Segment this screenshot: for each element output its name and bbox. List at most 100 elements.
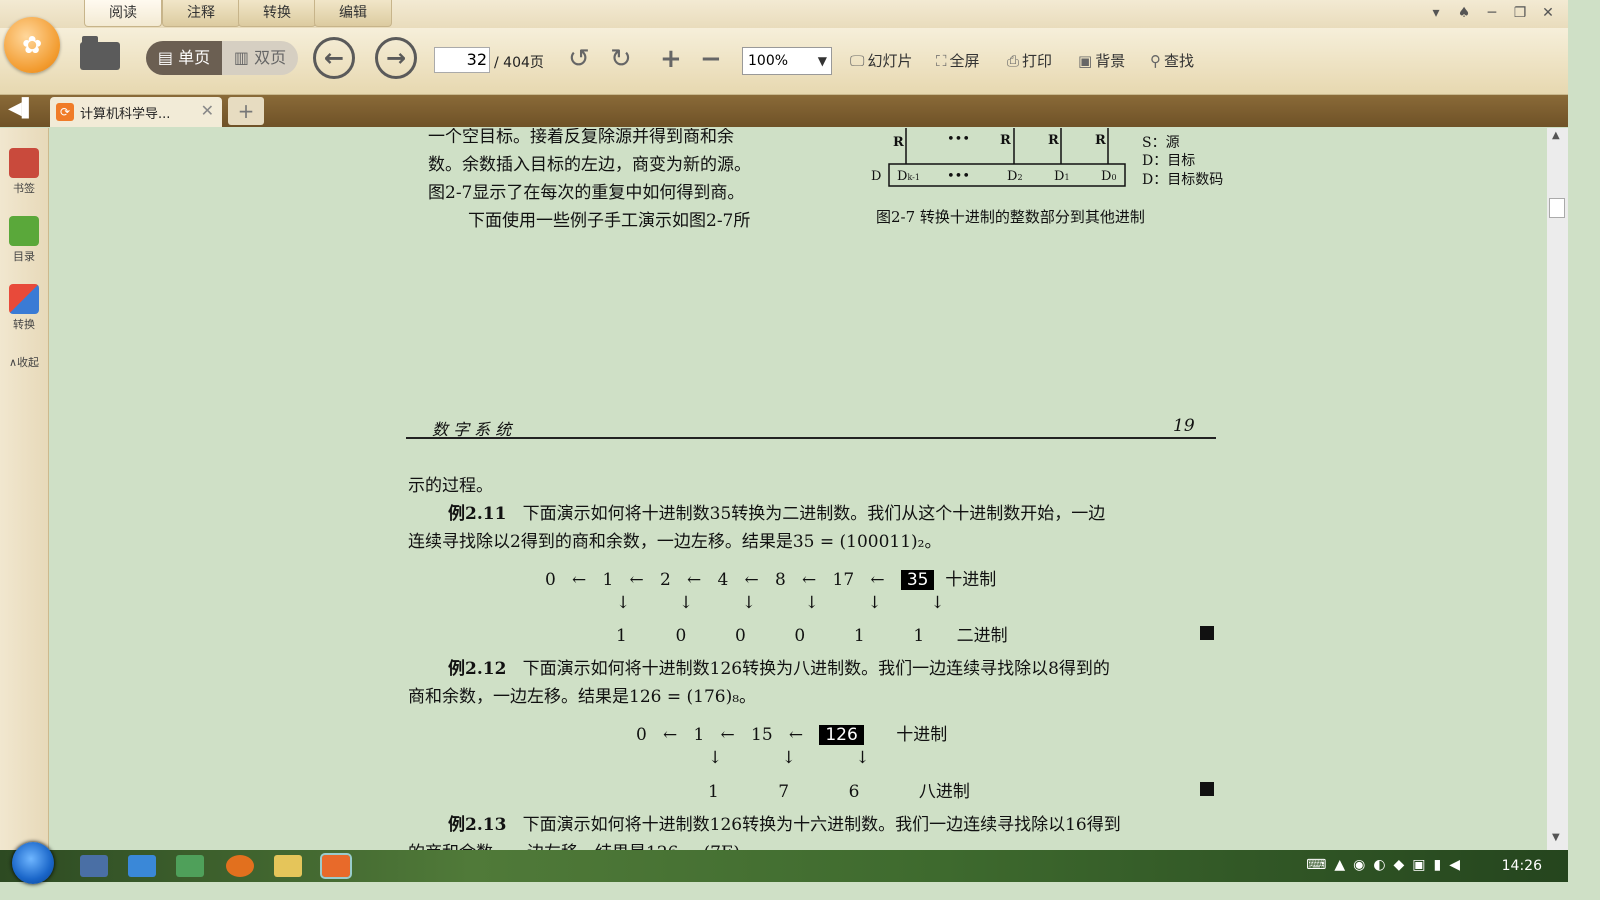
next-page-button[interactable]: → [375, 37, 417, 79]
end-marker [1200, 626, 1214, 640]
sidebar-label-convert: 转换 [13, 318, 35, 331]
app-logo[interactable]: ✿ [4, 17, 60, 73]
collapse-panel-icon[interactable]: ◀▌ [8, 98, 36, 119]
search-icon: ⚲ [1150, 52, 1161, 70]
svg-text:R: R [1000, 133, 1011, 148]
document-tab[interactable]: ⟳ 计算机科学导... ✕ [50, 97, 222, 127]
qq-icon[interactable] [128, 855, 156, 877]
remainder-row: 1 0 0 0 1 1 二进制 [616, 626, 1008, 646]
example-text: 下面演示如何将十进制数126转换为十六进制数。我们一边连续寻找除以16得到 [522, 815, 1121, 835]
window-controls: ▾ ♠ ─ ❐ ✕ [1422, 2, 1562, 21]
vertical-scrollbar[interactable]: ▲ ▼ [1547, 128, 1568, 850]
example-2-13: 例2.13 下面演示如何将十进制数126转换为十六进制数。我们一边连续寻找除以1… [448, 810, 1121, 835]
slideshow-button[interactable]: 🖵 幻灯片 [850, 50, 912, 71]
rotate-right-icon[interactable]: ↻ [610, 44, 632, 74]
text-line: 下面使用一些例子手工演示如图2-7所 [468, 211, 751, 231]
source-number-highlight: 35 [900, 570, 935, 590]
new-tab-button[interactable]: + [228, 97, 264, 125]
scrollbar-thumb[interactable] [1549, 198, 1565, 218]
page-number: 19 [1173, 416, 1195, 436]
close-tab-icon[interactable]: ✕ [201, 101, 214, 120]
zoom-out-icon[interactable]: − [700, 44, 722, 74]
text-line: 示的过程。 [408, 476, 493, 496]
dropdown-icon[interactable]: ▾ [1422, 5, 1450, 21]
example-text: 下面演示如何将十进制数126转换为八进制数。我们一边连续寻找除以8得到的 [522, 659, 1110, 679]
print-button[interactable]: ⎙ 打印 [1007, 50, 1052, 71]
sidebar-item-convert[interactable]: 转换 [0, 284, 48, 332]
sidebar-item-bookmark[interactable]: 书签 [0, 148, 48, 196]
pdf-reader-taskbar-icon[interactable] [320, 853, 352, 879]
scroll-down-icon[interactable]: ▼ [1552, 832, 1560, 843]
figure-caption: 图2-7 转换十进制的整数部分到其他进制 [876, 208, 1145, 226]
scroll-up-icon[interactable]: ▲ [1552, 130, 1560, 141]
bookmark-icon [9, 148, 39, 178]
toc-icon [9, 216, 39, 246]
convert-icon [9, 284, 39, 314]
file-explorer-icon[interactable] [274, 855, 302, 877]
text-line: 连续寻找除以2得到的商和余数，一边左移。结果是35 = (100011)₂。 [408, 532, 942, 552]
single-page-button[interactable]: ▤ 单页 [146, 41, 222, 75]
fullscreen-icon: ⛶ [936, 52, 947, 70]
svg-text:•••: ••• [947, 132, 970, 147]
app-icon[interactable] [176, 855, 204, 877]
close-icon[interactable]: ✕ [1534, 5, 1562, 21]
arrow-row: ↓ ↓ ↓ ↓ ↓ ↓ [616, 593, 945, 613]
menu-tab-read[interactable]: 阅读 [84, 0, 162, 27]
menu-tab-edit[interactable]: 编辑 [314, 0, 392, 27]
svg-text:Dk-1: Dk-1 [897, 169, 920, 184]
svg-text:R: R [893, 135, 904, 150]
quotient-row: 0 ← 1 ← 2 ← 4 ← 8 ← 17 ← 35 十进制 [545, 570, 997, 590]
double-page-button[interactable]: ▥ 双页 [222, 41, 298, 75]
start-button[interactable] [12, 842, 54, 884]
slideshow-icon: 🖵 [850, 52, 865, 70]
sidebar-label-bookmark: 书签 [13, 182, 35, 195]
open-folder-icon[interactable] [80, 36, 120, 70]
background-button[interactable]: ▣ 背景 [1078, 50, 1125, 71]
zoom-select[interactable]: 100% ▼ [742, 47, 832, 75]
sidebar-collapse[interactable]: ∧收起 [0, 354, 48, 370]
end-marker [1200, 782, 1214, 796]
example-label: 例2.13 [448, 815, 507, 835]
svg-text:D1: D1 [1054, 169, 1070, 184]
find-button[interactable]: ⚲ 查找 [1150, 50, 1194, 71]
header-rule [406, 437, 1216, 439]
system-tray[interactable]: ⌨▲◉◐◆▣▮◀ [1306, 857, 1468, 873]
remainder-row: 1 7 6 八进制 [708, 782, 970, 802]
arrow-row: ↓ ↓ ↓ [708, 748, 870, 768]
prev-page-button[interactable]: ← [313, 37, 355, 79]
background-icon: ▣ [1078, 52, 1093, 70]
zoom-in-icon[interactable]: + [660, 44, 682, 74]
text-line: 数。余数插入目标的左边，商变为新的源。 [428, 155, 751, 175]
text-line: 的商和余数，一边左移。结果是126 = (7E) [408, 838, 740, 850]
text-line: 图2-7显示了在每次的重复中如何得到商。 [428, 183, 745, 203]
example-label: 例2.12 [448, 659, 507, 679]
clock[interactable]: 14:26 [1502, 858, 1542, 874]
document-tab-label: 计算机科学导... [80, 107, 171, 122]
minimize-icon[interactable]: ─ [1478, 5, 1506, 21]
fullscreen-button[interactable]: ⛶ 全屏 [936, 50, 980, 71]
restore-icon[interactable]: ❐ [1506, 5, 1534, 21]
document-view: 一个空目标。接着反复除源并得到商和余 数。余数插入目标的左边，商变为新的源。 图… [49, 128, 1546, 850]
firefox-icon[interactable] [226, 855, 254, 877]
figure-2-7: R ••• R R R D Dk-1 ••• D2 D1 D0 [871, 128, 1126, 187]
example-2-12: 例2.12 下面演示如何将十进制数126转换为八进制数。我们一边连续寻找除以8得… [448, 654, 1110, 679]
page-number-input[interactable]: 32 [434, 47, 490, 73]
svg-text:D0: D0 [1101, 169, 1117, 184]
figure-legend-digit: D：目标数码 [1142, 172, 1224, 188]
print-icon: ⎙ [1007, 52, 1020, 70]
svg-text:D2: D2 [1007, 169, 1023, 184]
menu-tab-convert[interactable]: 转换 [238, 0, 316, 27]
example-2-11: 例2.11 下面演示如何将十进制数35转换为二进制数。我们从这个十进制数开始，一… [448, 499, 1105, 524]
menu-tab-annotate[interactable]: 注释 [162, 0, 240, 27]
skin-icon[interactable]: ♠ [1450, 5, 1478, 21]
chevron-down-icon: ▼ [817, 54, 827, 68]
figure-legend-source: S：源 [1142, 135, 1180, 151]
example-label: 例2.11 [448, 504, 507, 524]
sidebar-item-toc[interactable]: 目录 [0, 216, 48, 264]
sidebar: 书签 目录 转换 ∧收起 [0, 128, 49, 850]
svg-text:R: R [1048, 133, 1059, 148]
svg-text:R: R [1095, 133, 1106, 148]
pdf-icon: ⟳ [56, 103, 74, 121]
rotate-left-icon[interactable]: ↺ [568, 44, 590, 74]
show-desktop-icon[interactable] [80, 855, 108, 877]
